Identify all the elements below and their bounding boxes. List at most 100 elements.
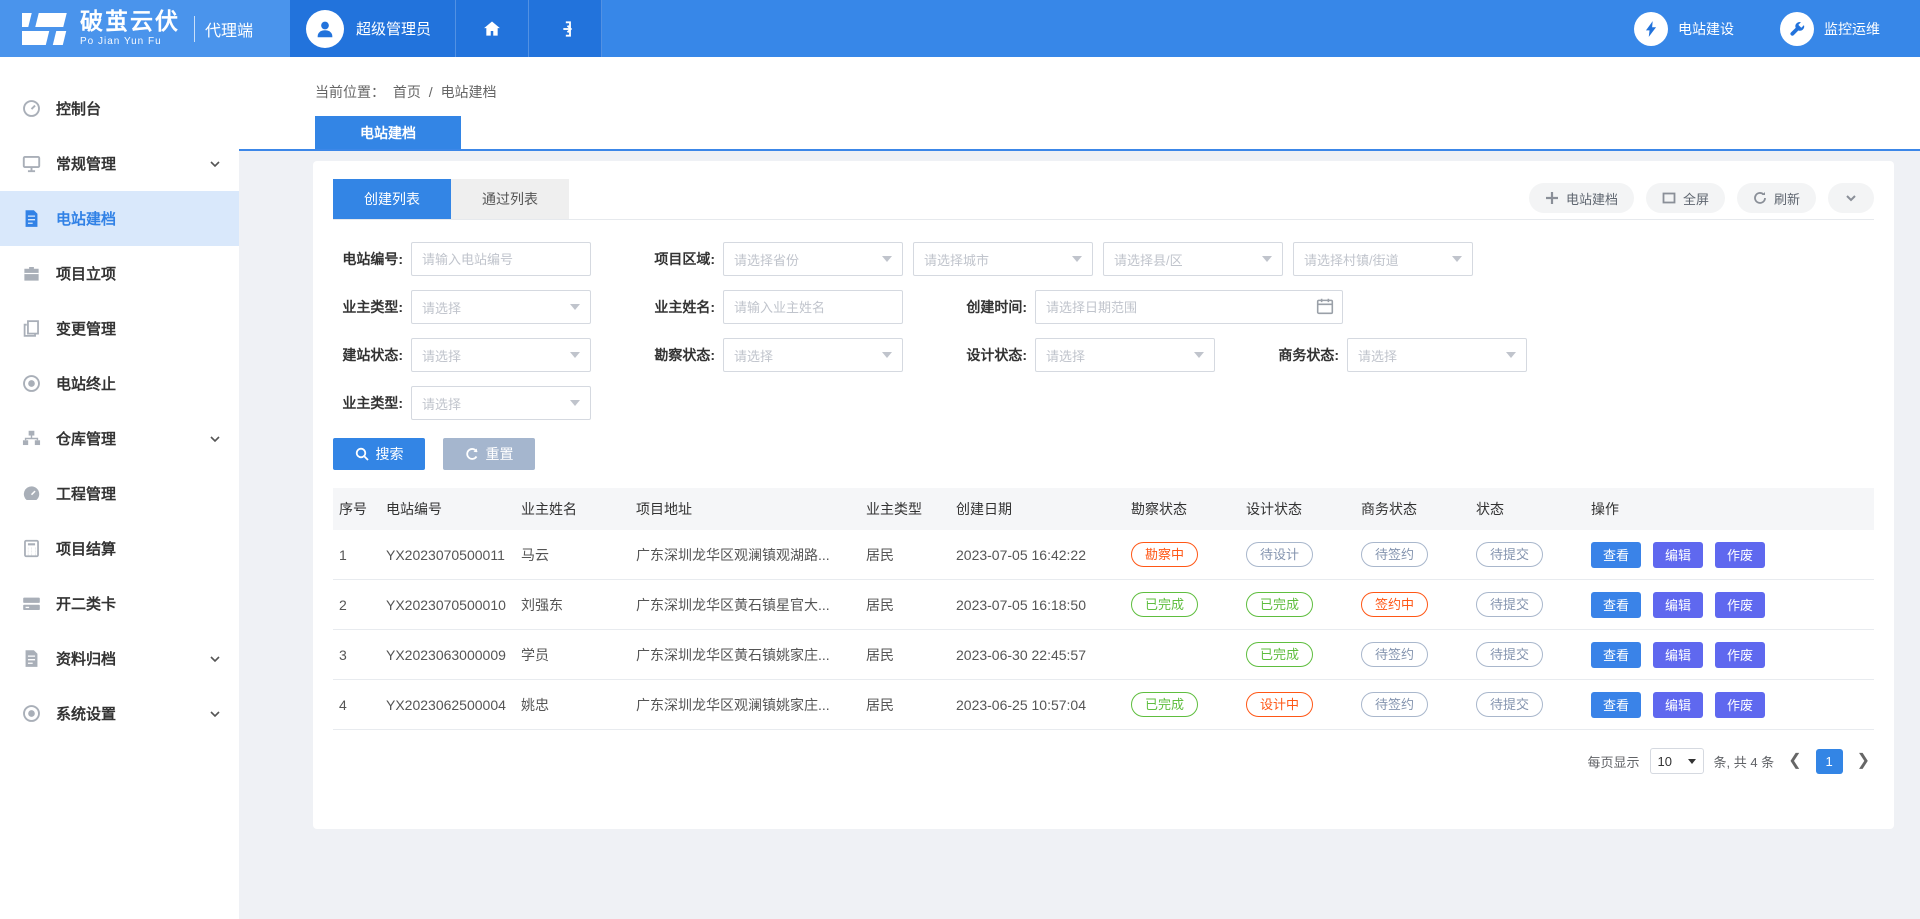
sidebar-item-card-opening[interactable]: 开二类卡	[0, 576, 239, 631]
date-range-picker[interactable]	[1035, 290, 1343, 324]
filter-label: 创建时间:	[957, 297, 1027, 317]
sidebar-item-settlement[interactable]: 项目结算	[0, 521, 239, 576]
refresh-button[interactable]: 刷新	[1737, 183, 1816, 213]
card-icon	[22, 594, 41, 613]
per-page-select[interactable]: 10	[1650, 748, 1704, 774]
cell-owner: 学员	[515, 630, 630, 680]
collapse-button[interactable]	[1828, 183, 1874, 213]
cell-design-status: 设计中	[1240, 680, 1355, 730]
date-range-input[interactable]	[1035, 290, 1343, 324]
tab-passed-list[interactable]: 通过列表	[451, 179, 569, 219]
cell-owner: 马云	[515, 530, 630, 580]
sidebar-item-label: 项目结算	[56, 538, 116, 559]
sidebar-item-engineering[interactable]: 工程管理	[0, 466, 239, 521]
chevron-down-icon	[570, 304, 580, 310]
filter-design-status: 设计状态: 请选择	[957, 338, 1215, 372]
quick-link-monitor[interactable]: 监控运维	[1780, 12, 1880, 46]
business-status-select[interactable]: 请选择	[1347, 338, 1527, 372]
user-profile[interactable]: 超级管理员	[290, 0, 456, 57]
station-no-input[interactable]	[411, 242, 591, 276]
select-placeholder: 请选择	[1046, 346, 1085, 365]
cell-ops: 查看 编辑 作废	[1585, 680, 1874, 730]
home-icon	[482, 19, 502, 39]
sidebar-item-system-settings[interactable]: 系统设置	[0, 686, 239, 741]
edit-button[interactable]: 编辑	[1653, 692, 1703, 718]
sidebar-item-general[interactable]: 常规管理	[0, 136, 239, 191]
edit-button[interactable]: 编辑	[1653, 542, 1703, 568]
select-placeholder: 请选择县/区	[1114, 250, 1183, 269]
wrench-icon	[1780, 12, 1814, 46]
view-button[interactable]: 查看	[1591, 592, 1641, 618]
logout-button[interactable]	[529, 0, 602, 57]
home-button[interactable]	[456, 0, 529, 57]
search-button[interactable]: 搜索	[333, 438, 425, 470]
edit-button[interactable]: 编辑	[1653, 592, 1703, 618]
sidebar-item-warehouse[interactable]: 仓库管理	[0, 411, 239, 466]
sidebar-item-project-initiation[interactable]: 项目立项	[0, 246, 239, 301]
filter-label: 商务状态:	[1269, 345, 1339, 365]
view-button[interactable]: 查看	[1591, 542, 1641, 568]
edit-button[interactable]: 编辑	[1653, 642, 1703, 668]
sidebar-item-change-management[interactable]: 变更管理	[0, 301, 239, 356]
create-station-button[interactable]: 电站建档	[1529, 183, 1634, 213]
region-select-group: 请选择省份 请选择城市 请选择县/区	[723, 242, 1473, 276]
dashboard-icon	[22, 99, 41, 118]
void-button[interactable]: 作废	[1715, 642, 1765, 668]
quick-link-label: 电站建设	[1678, 19, 1734, 39]
status-badge: 签约中	[1361, 592, 1428, 618]
owner-type-2-select[interactable]: 请选择	[411, 386, 591, 420]
build-status-select[interactable]: 请选择	[411, 338, 591, 372]
refresh-label: 刷新	[1774, 189, 1800, 208]
void-button[interactable]: 作废	[1715, 542, 1765, 568]
void-button[interactable]: 作废	[1715, 592, 1765, 618]
void-button[interactable]: 作废	[1715, 692, 1765, 718]
cell-business-status: 待签约	[1355, 630, 1470, 680]
design-status-select[interactable]: 请选择	[1035, 338, 1215, 372]
table-row: 4 YX2023062500004 姚忠 广东深圳龙华区观澜镇姚家庄... 居民…	[333, 680, 1874, 730]
settings-icon	[22, 704, 41, 723]
refresh-icon	[1753, 191, 1767, 205]
survey-status-select[interactable]: 请选择	[723, 338, 903, 372]
total-count-label: 条, 共 4 条	[1714, 752, 1775, 771]
sidebar-item-dashboard[interactable]: 控制台	[0, 81, 239, 136]
archive-icon	[22, 649, 41, 668]
sidebar-item-station-archive[interactable]: 电站建档	[0, 191, 239, 246]
village-select[interactable]: 请选择村镇/街道	[1293, 242, 1473, 276]
bolt-icon	[1634, 12, 1668, 46]
cell-address: 广东深圳龙华区观澜镇姚家庄...	[630, 680, 860, 730]
city-select[interactable]: 请选择城市	[913, 242, 1093, 276]
quick-link-build[interactable]: 电站建设	[1634, 12, 1734, 46]
sidebar-item-label: 变更管理	[56, 318, 116, 339]
page-1-button[interactable]: 1	[1816, 749, 1843, 774]
cell-design-status: 已完成	[1240, 580, 1355, 630]
sidebar: 控制台 常规管理 电站建档 项目立项 变更管理	[0, 57, 239, 919]
county-select[interactable]: 请选择县/区	[1103, 242, 1283, 276]
breadcrumb-current: 电站建档	[441, 84, 497, 100]
prev-page-button[interactable]: ❮	[1784, 753, 1805, 769]
view-button[interactable]: 查看	[1591, 642, 1641, 668]
sidebar-item-station-termination[interactable]: 电站终止	[0, 356, 239, 411]
user-icon	[314, 18, 336, 40]
breadcrumb-home[interactable]: 首页	[393, 84, 421, 100]
view-button[interactable]: 查看	[1591, 692, 1641, 718]
status-badge: 已完成	[1246, 642, 1313, 668]
province-select[interactable]: 请选择省份	[723, 242, 903, 276]
owner-name-input[interactable]	[723, 290, 903, 324]
sidebar-item-label: 系统设置	[56, 703, 116, 724]
breadcrumb: 当前位置： 首页 / 电站建档	[315, 82, 1920, 102]
table-row: 3 YX2023063000009 学员 广东深圳龙华区黄石镇姚家庄... 居民…	[333, 630, 1874, 680]
tab-create-list[interactable]: 创建列表	[333, 179, 451, 219]
fullscreen-label: 全屏	[1683, 189, 1709, 208]
reset-button[interactable]: 重置	[443, 438, 535, 470]
page-tab-station-archive[interactable]: 电站建档	[315, 116, 461, 149]
next-page-button[interactable]: ❯	[1853, 753, 1874, 769]
pages-icon	[22, 319, 41, 338]
fullscreen-button[interactable]: 全屏	[1646, 183, 1725, 213]
filter-owner-type: 业主类型: 请选择	[333, 290, 591, 324]
sidebar-item-data-archive[interactable]: 资料归档	[0, 631, 239, 686]
cell-type: 居民	[860, 680, 950, 730]
cell-address: 广东深圳龙华区黄石镇姚家庄...	[630, 630, 860, 680]
filter-label: 建站状态:	[333, 345, 403, 365]
owner-type-select[interactable]: 请选择	[411, 290, 591, 324]
status-badge: 设计中	[1246, 692, 1313, 718]
